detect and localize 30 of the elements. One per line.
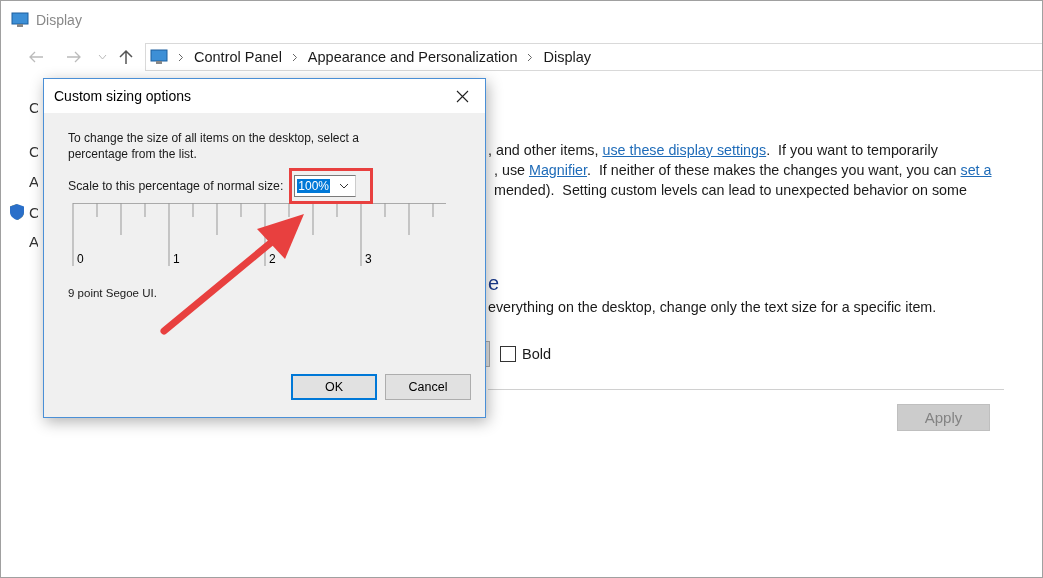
monitor-icon [11, 12, 29, 28]
instruction-text: To change the size of all items on the desktop, select a percentage from the list. [68, 130, 360, 162]
paragraph-line: , use Magnifier. If neither of these makes the changes you want, you can set a [494, 161, 993, 180]
paragraph-line: , and other items, use these display settings. If you want to temporarily [488, 141, 939, 160]
scale-combobox[interactable]: 100% [294, 175, 357, 197]
checkbox-label: Bold [522, 346, 552, 362]
link[interactable]: Magnifier [528, 162, 587, 178]
description-text: everything on the desktop, change only the text size for a specific item. [488, 299, 938, 315]
close-icon[interactable] [456, 89, 469, 103]
section-heading: e [488, 271, 501, 296]
address-bar[interactable]: Control Panel Appearance and Personalization Display [145, 43, 1042, 71]
paragraph-line: mended). Setting custom levels can lead to unexpected behavior on some [494, 181, 968, 200]
ruler-drawing: 0 1 2 3 [72, 203, 446, 273]
breadcrumb[interactable]: Control Panel [194, 49, 282, 65]
chevron-icon [178, 52, 184, 62]
dialog-title: Custom sizing options [54, 88, 191, 104]
window-title: Display [36, 12, 82, 28]
shield-icon [9, 203, 25, 221]
cancel-button[interactable]: Cancel [385, 374, 471, 400]
chevron-icon [291, 52, 298, 62]
sample-text: 9 point Segoe UI. [68, 287, 158, 299]
scale-label: Scale to this percentage of normal size: [68, 179, 284, 193]
link[interactable]: set a [960, 162, 992, 178]
ok-button[interactable]: OK [291, 374, 377, 400]
monitor-icon [150, 49, 168, 65]
chevron-icon [527, 52, 534, 62]
checkbox[interactable] [500, 346, 516, 362]
breadcrumb[interactable]: Appearance and Personalization [307, 49, 518, 65]
breadcrumb[interactable]: Display [543, 49, 591, 65]
chevron-down-icon [339, 183, 350, 189]
